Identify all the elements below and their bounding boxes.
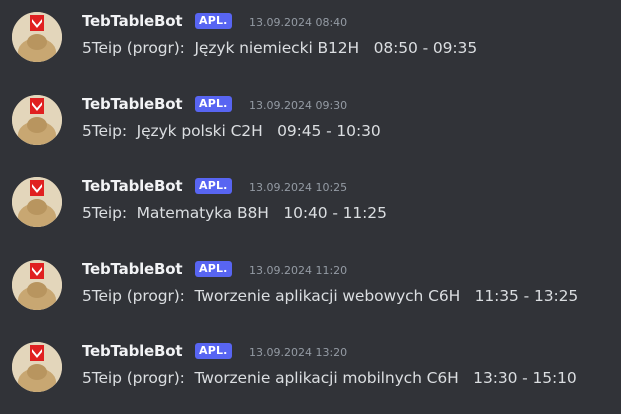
message-author[interactable]: TebTableBot [82,12,183,30]
app-badge: APL. [195,261,232,277]
message-author[interactable]: TebTableBot [82,95,183,113]
app-badge: APL. [195,178,232,194]
message-content: 5Teip (progr): Tworzenie aplikacji mobil… [82,369,577,387]
app-badge: APL. [195,343,232,359]
app-badge: APL. [195,96,232,112]
message-list: TebTableBot APL. 13.09.2024 08:40 5Teip … [0,0,621,414]
message-content: 5Teip: Język polski C2H 09:45 - 10:30 [82,122,381,140]
message-author[interactable]: TebTableBot [82,342,183,360]
message-item: TebTableBot APL. 13.09.2024 11:20 5Teip … [0,260,621,320]
bot-avatar-icon[interactable] [12,260,62,310]
message-content: 5Teip (progr): Tworzenie aplikacji webow… [82,287,579,305]
message-timestamp: 13.09.2024 10:25 [249,181,348,194]
bot-avatar-icon[interactable] [12,95,62,145]
message-item: TebTableBot APL. 13.09.2024 08:40 5Teip … [0,12,621,72]
message-item: TebTableBot APL. 13.09.2024 09:30 5Teip:… [0,95,621,155]
message-timestamp: 13.09.2024 13:20 [249,346,348,359]
message-author[interactable]: TebTableBot [82,260,183,278]
message-content: 5Teip: Matematyka B8H 10:40 - 11:25 [82,204,387,222]
message-timestamp: 13.09.2024 08:40 [249,16,348,29]
message-timestamp: 13.09.2024 11:20 [249,264,348,277]
app-badge: APL. [195,13,232,29]
bot-avatar-icon[interactable] [12,177,62,227]
message-item: TebTableBot APL. 13.09.2024 10:25 5Teip:… [0,177,621,237]
message-item: TebTableBot APL. 13.09.2024 13:20 5Teip … [0,342,621,402]
message-content: 5Teip (progr): Język niemiecki B12H 08:5… [82,39,478,57]
message-author[interactable]: TebTableBot [82,177,183,195]
bot-avatar-icon[interactable] [12,12,62,62]
bot-avatar-icon[interactable] [12,342,62,392]
message-timestamp: 13.09.2024 09:30 [249,99,348,112]
